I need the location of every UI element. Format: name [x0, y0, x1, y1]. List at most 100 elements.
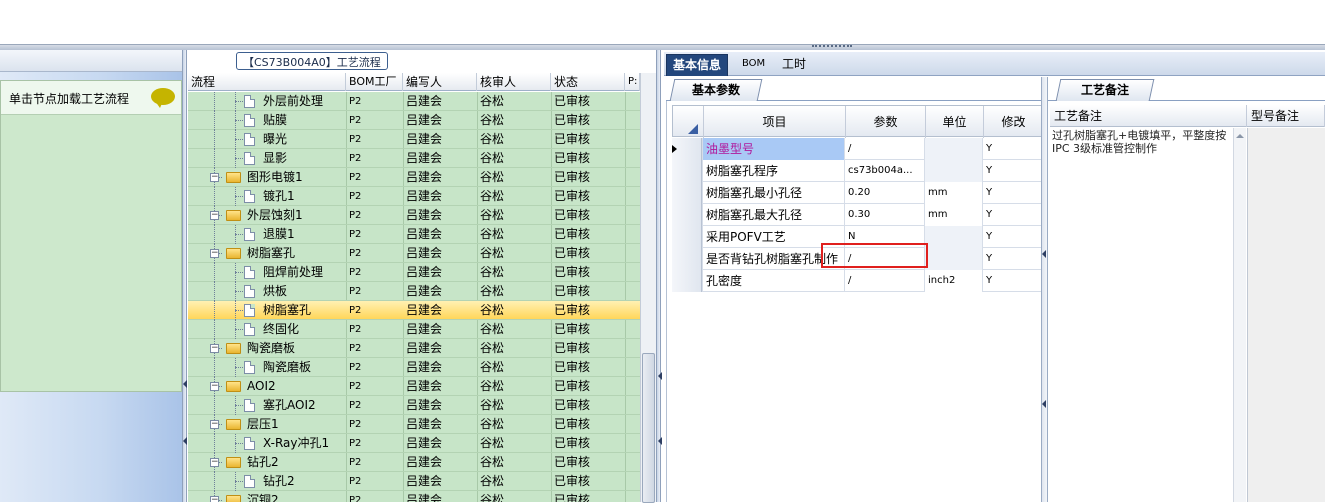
row-selector[interactable]: [672, 138, 702, 160]
collapse-toggle-icon[interactable]: −: [210, 420, 219, 429]
param-row[interactable]: 树脂塞孔最小孔径 0.20 mm Y: [672, 182, 1042, 204]
tree-node-label[interactable]: 显影: [263, 149, 287, 168]
collapse-toggle-icon[interactable]: −: [210, 496, 219, 502]
scroll-up-icon[interactable]: [1236, 134, 1244, 138]
row-selector[interactable]: [672, 270, 702, 292]
param-modify-cell[interactable]: Y: [982, 270, 1042, 292]
collapse-toggle-icon[interactable]: −: [210, 344, 219, 353]
col-header-reviewer[interactable]: 核审人: [477, 73, 551, 91]
model-notes-cell[interactable]: [1247, 128, 1325, 502]
tree-node-label[interactable]: 外层蚀刻1: [247, 206, 303, 225]
param-value-cell[interactable]: 0.30: [844, 204, 924, 226]
param-value-cell[interactable]: 0.20: [844, 182, 924, 204]
tree-node-label[interactable]: X-Ray冲孔1: [263, 434, 329, 453]
tree-row[interactable]: − 外层蚀刻1 P2 吕建会 谷松 已审核: [188, 206, 640, 225]
collapse-notes-icon[interactable]: [1042, 250, 1046, 258]
tree-row[interactable]: 终固化 P2 吕建会 谷松 已审核: [188, 320, 640, 339]
tree-node-label[interactable]: 钻孔2: [263, 472, 295, 491]
tree-node-label[interactable]: 镀孔1: [263, 187, 295, 206]
param-item-cell[interactable]: 孔密度: [702, 270, 844, 292]
tree-node-label[interactable]: 烘板: [263, 282, 287, 301]
collapse-center-icon[interactable]: [658, 372, 662, 380]
tab-process-notes[interactable]: 工艺备注: [1055, 79, 1155, 101]
col-header-unit[interactable]: 单位: [925, 106, 983, 138]
param-value-cell[interactable]: /: [844, 138, 924, 160]
param-row[interactable]: 孔密度 / inch2 Y: [672, 270, 1042, 292]
col-header-model-notes[interactable]: 型号备注: [1247, 105, 1325, 127]
tree-row[interactable]: 贴膜 P2 吕建会 谷松 已审核: [188, 111, 640, 130]
col-header-process-notes[interactable]: 工艺备注: [1050, 105, 1247, 127]
param-value-cell[interactable]: cs73b004a...: [844, 160, 924, 182]
param-unit-cell[interactable]: [924, 248, 982, 270]
tree-row[interactable]: 陶瓷磨板 P2 吕建会 谷松 已审核: [188, 358, 640, 377]
tree-node-label[interactable]: 钻孔2: [247, 453, 279, 472]
row-selector[interactable]: [672, 182, 702, 204]
param-unit-cell[interactable]: [924, 138, 982, 160]
tree-node-label[interactable]: 退膜1: [263, 225, 295, 244]
tree-node-label[interactable]: 塞孔AOI2: [263, 396, 316, 415]
tree-node-label[interactable]: 曝光: [263, 130, 287, 149]
col-header-modify[interactable]: 修改: [983, 106, 1043, 138]
collapse-toggle-icon[interactable]: −: [210, 382, 219, 391]
param-unit-cell[interactable]: [924, 160, 982, 182]
row-selector[interactable]: [672, 160, 702, 182]
tree-row[interactable]: 钻孔2 P2 吕建会 谷松 已审核: [188, 472, 640, 491]
param-modify-cell[interactable]: Y: [982, 182, 1042, 204]
param-unit-cell[interactable]: inch2: [924, 270, 982, 292]
param-value-cell[interactable]: /: [844, 270, 924, 292]
notes-scrollbar[interactable]: [1233, 128, 1246, 502]
tab-work-hours[interactable]: 工时: [776, 54, 812, 76]
collapse-toggle-icon[interactable]: −: [210, 458, 219, 467]
param-unit-cell[interactable]: [924, 226, 982, 248]
tree-row[interactable]: 显影 P2 吕建会 谷松 已审核: [188, 149, 640, 168]
tree-row[interactable]: 外层前处理 P2 吕建会 谷松 已审核: [188, 92, 640, 111]
tree-row[interactable]: − 沉铜2 P2 吕建会 谷松 已审核: [188, 491, 640, 502]
param-unit-cell[interactable]: mm: [924, 204, 982, 226]
tree-row[interactable]: 阻焊前处理 P2 吕建会 谷松 已审核: [188, 263, 640, 282]
tree-node-label[interactable]: 层压1: [247, 415, 279, 434]
left-splitter[interactable]: [182, 50, 187, 502]
param-row[interactable]: 树脂塞孔程序 cs73b004a... Y: [672, 160, 1042, 182]
center-splitter[interactable]: [656, 50, 661, 502]
row-selector[interactable]: [672, 226, 702, 248]
tree-scrollbar[interactable]: [640, 73, 656, 503]
col-header-status[interactable]: 状态: [551, 73, 625, 91]
tab-basic-info[interactable]: 基本信息: [666, 54, 729, 76]
tree-row[interactable]: 退膜1 P2 吕建会 谷松 已审核: [188, 225, 640, 244]
collapse-center-icon-2[interactable]: [658, 437, 662, 445]
tree-node-label[interactable]: 图形电镀1: [247, 168, 303, 187]
collapse-toggle-icon[interactable]: −: [210, 211, 219, 220]
collapse-left-icon-2[interactable]: [183, 437, 187, 445]
notes-splitter[interactable]: [1041, 77, 1048, 502]
col-header-item[interactable]: 项目: [703, 106, 845, 138]
col-header-writer[interactable]: 编写人: [403, 73, 477, 91]
splitter-grip[interactable]: [812, 45, 852, 48]
param-row[interactable]: 树脂塞孔最大孔径 0.30 mm Y: [672, 204, 1042, 226]
collapse-toggle-icon[interactable]: −: [210, 173, 219, 182]
process-notes-text[interactable]: 过孔树脂塞孔+电镀填平，平整度按IPC 3级标准管控制作: [1052, 129, 1232, 155]
tree-row[interactable]: 曝光 P2 吕建会 谷松 已审核: [188, 130, 640, 149]
param-item-cell[interactable]: 油墨型号: [702, 138, 844, 160]
col-header-flow[interactable]: 流程: [188, 73, 346, 91]
param-modify-cell[interactable]: Y: [982, 248, 1042, 270]
collapse-notes-icon-2[interactable]: [1042, 400, 1046, 408]
tree-row[interactable]: 镀孔1 P2 吕建会 谷松 已审核: [188, 187, 640, 206]
param-modify-cell[interactable]: Y: [982, 138, 1042, 160]
tree-row[interactable]: − 钻孔2 P2 吕建会 谷松 已审核: [188, 453, 640, 472]
tree-row[interactable]: − 陶瓷磨板 P2 吕建会 谷松 已审核: [188, 339, 640, 358]
col-header-bom[interactable]: BOM工厂: [346, 73, 403, 91]
col-header-p[interactable]: P:: [625, 73, 640, 91]
param-modify-cell[interactable]: Y: [982, 204, 1042, 226]
tree-row[interactable]: − 树脂塞孔 P2 吕建会 谷松 已审核: [188, 244, 640, 263]
tree-row[interactable]: − 层压1 P2 吕建会 谷松 已审核: [188, 415, 640, 434]
tree-row[interactable]: − 图形电镀1 P2 吕建会 谷松 已审核: [188, 168, 640, 187]
tree-row[interactable]: 树脂塞孔 P2 吕建会 谷松 已审核: [188, 301, 640, 320]
param-item-cell[interactable]: 树脂塞孔最大孔径: [702, 204, 844, 226]
row-selector[interactable]: [672, 248, 702, 270]
tree-node-label[interactable]: 沉铜2: [247, 491, 279, 502]
col-header-value[interactable]: 参数: [845, 106, 925, 138]
tree-node-label[interactable]: 阻焊前处理: [263, 263, 323, 282]
tree-row[interactable]: − AOI2 P2 吕建会 谷松 已审核: [188, 377, 640, 396]
tree-row[interactable]: 塞孔AOI2 P2 吕建会 谷松 已审核: [188, 396, 640, 415]
tree-node-label[interactable]: AOI2: [247, 377, 276, 396]
